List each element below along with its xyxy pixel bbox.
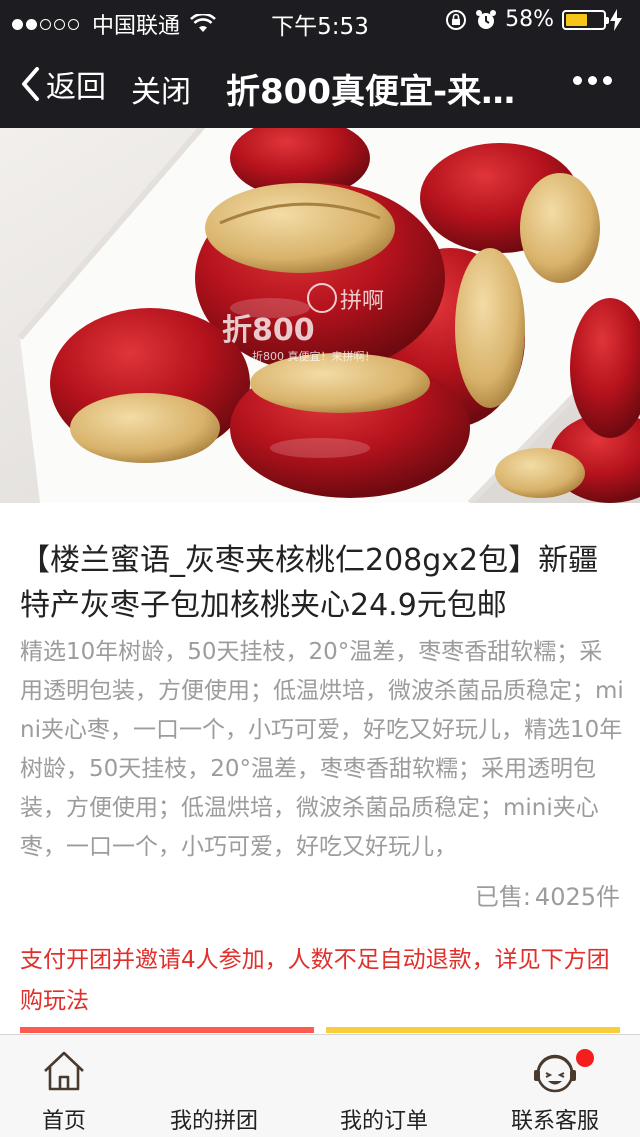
home-icon bbox=[44, 1051, 84, 1091]
tab-home-label: 首页 bbox=[41, 1109, 86, 1134]
charging-icon bbox=[610, 8, 622, 31]
top-chrome: 中国联通 下午5:53 58% 返回 关闭 折800真便宜-来拼啊 bbox=[0, 0, 640, 128]
product-description: 精选10年树龄，50天挂枝，20°温差，枣枣香甜软糯；采用透明包装，方便使用；低… bbox=[20, 639, 624, 860]
tab-my-orders-label: 我的订单 bbox=[339, 1109, 428, 1134]
page-title: 折800真便宜-来拼啊 bbox=[226, 72, 538, 112]
sold-count: 已售: 4025件 bbox=[475, 877, 620, 912]
tab-home[interactable]: 首页 bbox=[0, 1035, 128, 1137]
more-options-button[interactable] bbox=[567, 76, 612, 85]
customer-service-icon bbox=[534, 1054, 576, 1093]
buy-alone-button[interactable] bbox=[326, 1027, 620, 1033]
status-right: 58% bbox=[445, 7, 630, 32]
sold-value: 4025件 bbox=[534, 883, 620, 911]
tab-customer-service-label: 联系客服 bbox=[510, 1109, 599, 1134]
tab-my-groups-label: 我的拼团 bbox=[169, 1109, 258, 1134]
notification-dot bbox=[576, 1049, 594, 1067]
status-bar: 中国联通 下午5:53 58% bbox=[0, 0, 640, 40]
tab-my-orders[interactable]: 我的订单 bbox=[310, 1035, 458, 1137]
product-image[interactable]: 折800 拼啊 折800 真便宜！来拼啊！ bbox=[0, 128, 640, 503]
watermark-slogan: 折800 真便宜！来拼啊！ bbox=[252, 349, 376, 363]
rotation-lock-icon bbox=[446, 9, 467, 30]
battery-fill bbox=[566, 13, 587, 26]
chevron-left-icon bbox=[22, 67, 39, 101]
tab-my-groups[interactable]: 我的拼团 bbox=[140, 1035, 288, 1137]
alarm-icon bbox=[476, 9, 497, 29]
sold-label: 已售: bbox=[474, 883, 531, 911]
close-button[interactable]: 关闭 bbox=[131, 67, 191, 111]
start-group-button[interactable] bbox=[20, 1027, 314, 1033]
watermark-brand: 折800 bbox=[222, 313, 315, 348]
back-label: 返回 bbox=[46, 70, 106, 105]
tab-customer-service[interactable]: 联系客服 bbox=[480, 1035, 630, 1137]
battery-icon bbox=[562, 9, 609, 30]
battery-percent: 58% bbox=[505, 7, 554, 32]
product-photo: 折800 拼啊 折800 真便宜！来拼啊！ bbox=[0, 128, 640, 503]
group-buy-notice: 支付开团并邀请4人参加，人数不足自动退款，详见下方团购玩法 bbox=[20, 947, 610, 1014]
watermark-suffix: 拼啊 bbox=[340, 289, 384, 314]
bottom-tab-bar: 首页 我的拼团 我的订单 联系客服 bbox=[0, 1034, 640, 1137]
product-title: 【楼兰蜜语_灰枣夹核桃仁208gx2包】新疆特产灰枣子包加核桃夹心24.9元包邮 bbox=[20, 543, 599, 623]
back-button[interactable]: 返回 bbox=[20, 62, 106, 106]
nav-bar: 返回 关闭 折800真便宜-来拼啊 bbox=[0, 40, 640, 128]
